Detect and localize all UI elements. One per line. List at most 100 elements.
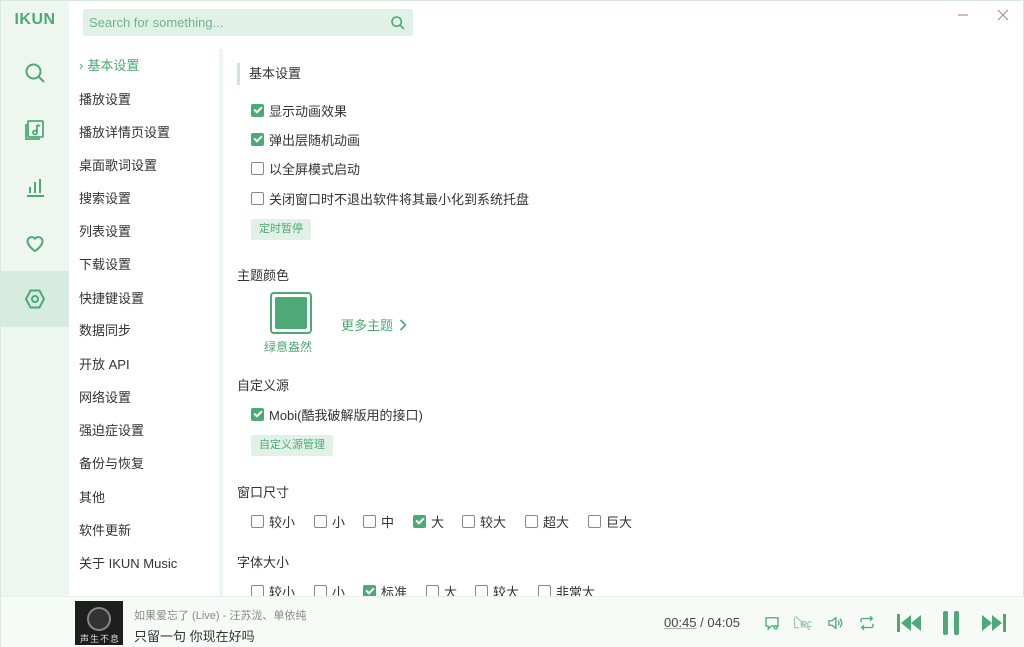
next-button[interactable] bbox=[979, 610, 1009, 636]
theme-color-fill bbox=[275, 297, 307, 329]
option-minimize-to-tray[interactable]: 关闭窗口时不退出软件将其最小化到系统托盘 bbox=[251, 189, 529, 208]
option-animation[interactable]: 显示动画效果 bbox=[251, 101, 347, 120]
theme-swatch-label: 绿意盎然 bbox=[264, 340, 313, 354]
settings-icon bbox=[24, 289, 46, 309]
font-size-option[interactable]: 大 bbox=[426, 582, 457, 596]
nav-item-update[interactable]: 软件更新 bbox=[79, 521, 131, 541]
music-library-icon bbox=[25, 120, 44, 140]
search-icon bbox=[25, 63, 45, 83]
section-title-font-size: 字体大小 bbox=[237, 555, 290, 570]
checkbox[interactable] bbox=[314, 515, 327, 528]
window-size-option[interactable]: 大 bbox=[413, 512, 444, 531]
nav-item-sync[interactable]: 数据同步 bbox=[79, 321, 131, 341]
checkbox[interactable] bbox=[251, 192, 264, 205]
search-input[interactable] bbox=[83, 9, 383, 36]
section-title-window-size: 窗口尺寸 bbox=[237, 485, 290, 500]
checkbox[interactable] bbox=[475, 585, 488, 596]
time-separator: / bbox=[700, 615, 704, 630]
playback-time: 00:45 / 04:05 bbox=[664, 615, 740, 630]
volume-icon bbox=[828, 616, 843, 630]
checkbox[interactable] bbox=[413, 515, 426, 528]
font-size-option[interactable]: 较大 bbox=[475, 582, 519, 596]
nav-item-hotkey[interactable]: 快捷键设置 bbox=[79, 289, 144, 309]
previous-button[interactable] bbox=[894, 610, 924, 636]
nav-item-network[interactable]: 网络设置 bbox=[79, 388, 131, 408]
window-size-option[interactable]: 超大 bbox=[525, 512, 569, 531]
nav-item-playback[interactable]: 播放设置 bbox=[79, 90, 131, 110]
current-time: 00:45 bbox=[664, 615, 697, 630]
repeat-icon bbox=[860, 615, 874, 631]
option-source-mobi[interactable]: Mobi(酷我破解版用的接口) bbox=[251, 405, 423, 424]
play-mode-button[interactable] bbox=[856, 610, 878, 636]
nav-item-list[interactable]: 列表设置 bbox=[79, 222, 131, 242]
comment-button[interactable] bbox=[761, 610, 783, 636]
rail-library-button[interactable] bbox=[1, 101, 69, 157]
play-pause-button[interactable] bbox=[937, 610, 965, 636]
window-size-option[interactable]: 较小 bbox=[251, 512, 295, 531]
checkbox[interactable] bbox=[363, 585, 376, 596]
player-bar: 声生不息 如果爱忘了 (Live) - 汪苏泷、单依纯 只留一句 你现在好吗 0… bbox=[1, 596, 1024, 647]
font-size-option[interactable]: 标准 bbox=[363, 582, 407, 596]
checkbox[interactable] bbox=[538, 585, 551, 596]
font-size-option[interactable]: 小 bbox=[314, 582, 345, 596]
window-size-option[interactable]: 中 bbox=[363, 512, 394, 531]
nav-item-basic[interactable]: › 基本设置 bbox=[79, 56, 139, 76]
nav-item-search[interactable]: 搜索设置 bbox=[79, 189, 131, 209]
nav-item-open-api[interactable]: 开放 API bbox=[79, 355, 130, 375]
nav-item-ocd[interactable]: 强迫症设置 bbox=[79, 421, 144, 441]
cover-disc bbox=[87, 607, 111, 631]
close-button[interactable] bbox=[991, 5, 1015, 25]
cover-text: 声生不息 bbox=[80, 634, 121, 644]
desktop-lyric-button[interactable] bbox=[791, 610, 815, 636]
option-random-popup-animation[interactable]: 弹出层随机动画 bbox=[251, 130, 360, 149]
checkbox[interactable] bbox=[251, 162, 264, 175]
nav-item-download[interactable]: 下载设置 bbox=[79, 255, 131, 275]
custom-source-manage-button[interactable]: 自定义源管理 bbox=[251, 435, 333, 456]
rail-leaderboard-button[interactable] bbox=[1, 159, 69, 215]
rail-settings-button[interactable] bbox=[1, 271, 69, 327]
window-size-option[interactable]: 巨大 bbox=[588, 512, 632, 531]
theme-swatch-selected[interactable] bbox=[270, 292, 312, 334]
lyric-icon bbox=[793, 615, 812, 631]
section-title-custom-source: 自定义源 bbox=[237, 378, 290, 393]
checkbox[interactable] bbox=[314, 585, 327, 596]
app-window: IKUN ›基本设置 播 bbox=[0, 0, 1024, 647]
header bbox=[69, 1, 1024, 49]
total-time: 04:05 bbox=[707, 615, 740, 630]
nav-item-about[interactable]: 关于 IKUN Music bbox=[79, 554, 177, 574]
nav-item-backup[interactable]: 备份与恢复 bbox=[79, 454, 144, 474]
checkbox[interactable] bbox=[363, 515, 376, 528]
nav-item-desktop-lyric[interactable]: 桌面歌词设置 bbox=[79, 156, 157, 176]
nav-item-play-detail[interactable]: 播放详情页设置 bbox=[79, 123, 170, 143]
chevron-right-icon: › bbox=[79, 58, 84, 73]
checkbox[interactable] bbox=[251, 133, 264, 146]
timer-pause-button[interactable]: 定时暂停 bbox=[251, 219, 311, 240]
album-cover[interactable]: 声生不息 bbox=[75, 601, 123, 645]
option-fullscreen-start[interactable]: 以全屏模式启动 bbox=[251, 159, 360, 178]
more-themes-link[interactable]: 更多主题 bbox=[341, 315, 407, 334]
rail-search-button[interactable] bbox=[1, 45, 69, 101]
checkbox[interactable] bbox=[525, 515, 538, 528]
song-title: 如果爱忘了 (Live) - 汪苏泷、单依纯 bbox=[134, 610, 307, 622]
checkbox[interactable] bbox=[251, 585, 264, 596]
volume-button[interactable] bbox=[823, 610, 847, 636]
app-logo: IKUN bbox=[14, 11, 56, 28]
font-size-option[interactable]: 较小 bbox=[251, 582, 295, 596]
section-title-basic: 基本设置 bbox=[237, 63, 301, 85]
checkbox[interactable] bbox=[462, 515, 475, 528]
window-size-option[interactable]: 小 bbox=[314, 512, 345, 531]
window-size-option[interactable]: 较大 bbox=[462, 512, 506, 531]
checkbox[interactable] bbox=[588, 515, 601, 528]
search-icon bbox=[391, 15, 405, 30]
skip-previous-icon bbox=[897, 614, 921, 632]
checkbox[interactable] bbox=[251, 104, 264, 117]
rail-favorites-button[interactable] bbox=[1, 215, 69, 271]
search-submit-button[interactable] bbox=[383, 9, 413, 36]
nav-item-other[interactable]: 其他 bbox=[79, 488, 105, 508]
checkbox[interactable] bbox=[251, 408, 264, 421]
checkbox[interactable] bbox=[426, 585, 439, 596]
minimize-button[interactable] bbox=[951, 5, 975, 25]
font-size-option[interactable]: 非常大 bbox=[538, 582, 595, 596]
checkbox[interactable] bbox=[251, 515, 264, 528]
chart-icon bbox=[27, 179, 44, 197]
